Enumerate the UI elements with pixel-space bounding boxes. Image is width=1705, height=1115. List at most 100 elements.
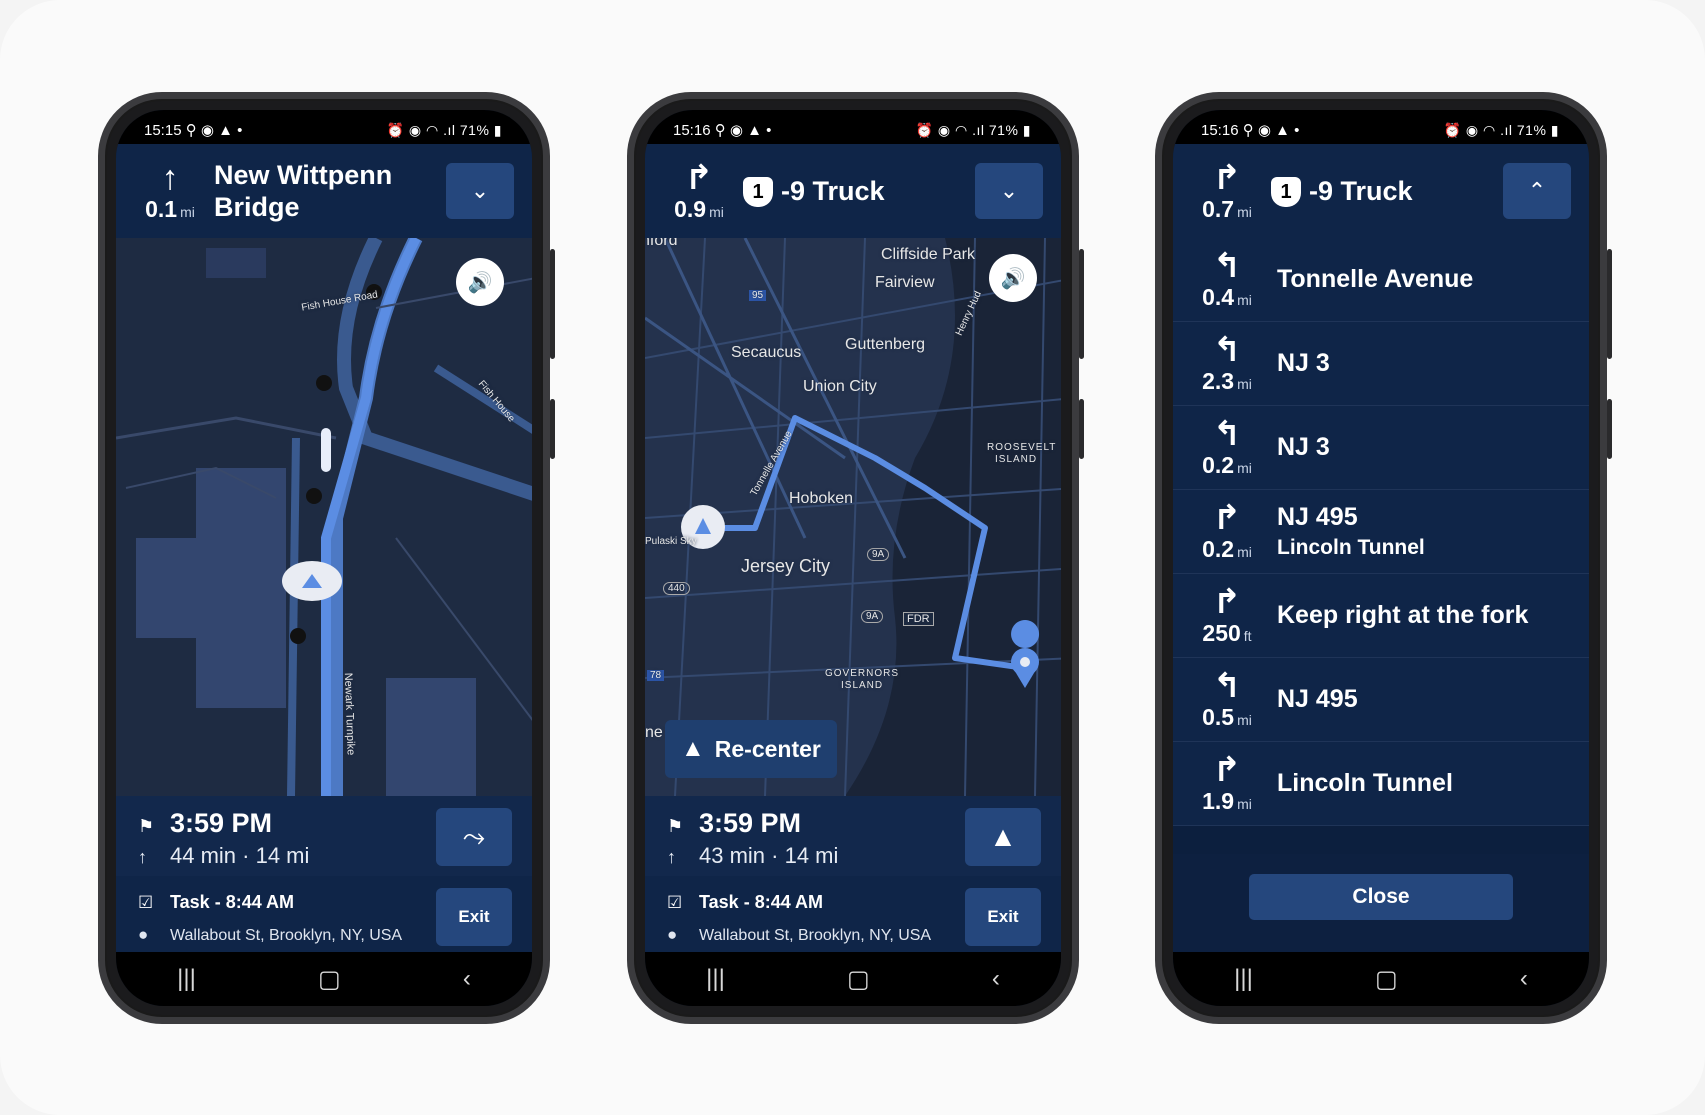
exit-button[interactable]: Exit	[965, 888, 1041, 946]
map-label: Hoboken	[789, 490, 854, 507]
status-time: 15:15	[144, 122, 182, 139]
map-label: Cliffside Park	[881, 246, 975, 263]
route-overview-button[interactable]: ⤳	[436, 808, 512, 866]
recents-icon[interactable]: |||	[706, 965, 725, 993]
list-item[interactable]: ↱ 0.2 mi NJ 495 Lincoln Tunnel	[1173, 490, 1589, 574]
turn-left-icon: ↰	[1212, 247, 1242, 285]
slight-right-arrow-icon: ↱	[1212, 158, 1242, 197]
sound-button[interactable]: 🔊	[989, 254, 1037, 302]
finish-flag-icon: ⚑	[667, 816, 684, 836]
map-label: Pulaski Sky	[645, 536, 697, 547]
map-label: ISLAND	[995, 454, 1038, 465]
home-icon[interactable]: ▢	[1375, 965, 1398, 994]
maneuver-unit: mi	[709, 203, 724, 220]
us-route-shield-icon: 1	[743, 177, 773, 208]
step-name: NJ 495	[1277, 685, 1358, 713]
close-button[interactable]: Close	[1249, 874, 1513, 920]
home-icon[interactable]: ▢	[318, 965, 341, 994]
task-label: Task - 8:44 AM	[699, 892, 824, 912]
step-distance: 250	[1202, 620, 1241, 646]
navigation-arrow-icon: ▲	[989, 821, 1017, 852]
volume-button	[550, 249, 555, 359]
back-icon[interactable]: ‹	[1520, 965, 1528, 993]
up-arrow-icon: ↑	[667, 847, 676, 867]
exit-button[interactable]: Exit	[436, 888, 512, 946]
eta-time: 3:59 PM	[699, 808, 802, 838]
recenter-button[interactable]: ▲ Re-center	[665, 720, 837, 778]
phone-2: 15:16 ⚲ ◉ ▲ • ⏰ ◉ ◠ .ıl 71% ▮ ↱ 0.9 mi 1-…	[627, 92, 1084, 1024]
power-button	[1079, 399, 1084, 459]
step-distance: 0.5	[1202, 704, 1235, 730]
maneuver-header: ↱ 0.9 mi 1 -9 Truck ⌄	[645, 144, 1061, 238]
task-panel: ☑ Task - 8:44 AM ● Wallabout St, Brooklyn,…	[645, 876, 1061, 960]
map-label: Secaucus	[731, 344, 802, 361]
chevron-up-icon: ⌃	[1527, 178, 1547, 203]
phone-1: 15:15 ⚲ ◉ ▲ • ⏰ ◉ ◠ .ıl 71% ▮ ↑ 0.1 mi Ne…	[98, 92, 555, 1024]
step-unit: mi	[1237, 796, 1252, 812]
step-unit: mi	[1237, 712, 1252, 728]
list-item[interactable]: ↱ 250 ft Keep right at the fork	[1173, 574, 1589, 658]
map-view[interactable]: Cliffside Park Fairview Secaucus Guttenb…	[645, 238, 1061, 796]
status-time: 15:16	[1201, 122, 1239, 139]
home-icon[interactable]: ▢	[847, 965, 870, 994]
recents-icon[interactable]: |||	[1234, 965, 1253, 993]
map-view[interactable]: Fish House Road Fish House Newark Turnpi…	[116, 238, 532, 796]
road-name: -9 Truck	[781, 175, 885, 206]
volume-button	[1079, 249, 1084, 359]
title-line-1: New Wittpenn	[214, 160, 393, 190]
navigation-arrow-icon: ▲	[681, 735, 705, 762]
collapse-steps-button[interactable]: ⌃	[1503, 163, 1571, 219]
maneuver-distance: 0.9	[674, 195, 707, 222]
maneuver-unit: mi	[180, 203, 195, 220]
list-item[interactable]: ↰ 2.3 mi NJ 3	[1173, 322, 1589, 406]
list-item[interactable]: ↰ 0.5 mi NJ 495	[1173, 658, 1589, 742]
map-label: 9A	[861, 610, 884, 623]
map-label: 78	[647, 670, 665, 681]
map-label: 9A	[867, 548, 890, 561]
chevron-down-icon: ⌄	[999, 178, 1019, 203]
map-label: Union City	[803, 378, 877, 395]
finish-flag-icon: ⚑	[138, 816, 155, 836]
turn-left-icon: ↰	[1212, 667, 1242, 705]
step-distance: 0.2	[1202, 536, 1235, 562]
list-item[interactable]: ↱ 1.9 mi Lincoln Tunnel	[1173, 742, 1589, 826]
status-icons: ⚲ ◉ ▲ •	[714, 122, 772, 139]
step-subtitle: Lincoln Tunnel	[1277, 536, 1425, 559]
back-icon[interactable]: ‹	[992, 965, 1000, 993]
step-distance: 1.9	[1202, 788, 1235, 814]
back-icon[interactable]: ‹	[463, 965, 471, 993]
system-nav-bar: ||| ▢ ‹	[645, 952, 1061, 1006]
navigation-mode-button[interactable]: ▲	[965, 808, 1041, 866]
map-label: 440	[663, 582, 690, 595]
step-name: Lincoln Tunnel	[1277, 769, 1453, 797]
system-nav-bar: ||| ▢ ‹	[1173, 952, 1589, 1006]
chevron-down-icon: ⌄	[470, 178, 490, 203]
map-label: ne	[645, 724, 663, 741]
maneuver-header: ↑ 0.1 mi New Wittpenn Bridge ⌄	[116, 144, 532, 238]
expand-steps-button[interactable]: ⌄	[975, 163, 1043, 219]
status-bar: 15:15 ⚲ ◉ ▲ • ⏰ ◉ ◠ .ıl 71% ▮	[116, 110, 532, 144]
eta-duration: 43 min · 14 mi	[699, 843, 839, 868]
map-graphic	[645, 238, 1061, 796]
keep-left-icon: ↰	[1212, 415, 1242, 453]
eta-time: 3:59 PM	[170, 808, 273, 838]
eta-panel: ⚑ 3:59 PM ↑ 43 min · 14 mi ▲	[645, 796, 1061, 876]
status-time: 15:16	[673, 122, 711, 139]
maneuver-header: ↱ 0.7 mi 1 -9 Truck ⌃	[1173, 144, 1589, 238]
us-route-shield-icon: 1	[1271, 177, 1301, 208]
recents-icon[interactable]: |||	[177, 965, 196, 993]
keep-left-icon: ↰	[1212, 331, 1242, 369]
step-name: NJ 3	[1277, 349, 1330, 377]
step-unit: mi	[1237, 460, 1252, 476]
expand-steps-button[interactable]: ⌄	[446, 163, 514, 219]
map-label: ISLAND	[841, 680, 884, 691]
map-label: 95	[749, 290, 767, 301]
fork-right-icon: ↱	[1212, 751, 1242, 789]
step-unit: ft	[1243, 628, 1252, 644]
system-nav-bar: ||| ▢ ‹	[116, 952, 532, 1006]
list-item[interactable]: ↰ 0.2 mi NJ 3	[1173, 406, 1589, 490]
sound-button[interactable]: 🔊	[456, 258, 504, 306]
task-address: Wallabout St, Brooklyn, NY, USA	[699, 927, 932, 944]
list-item[interactable]: ↰ 0.4 mi Tonnelle Avenue	[1173, 238, 1589, 322]
step-name: NJ 3	[1277, 433, 1330, 461]
